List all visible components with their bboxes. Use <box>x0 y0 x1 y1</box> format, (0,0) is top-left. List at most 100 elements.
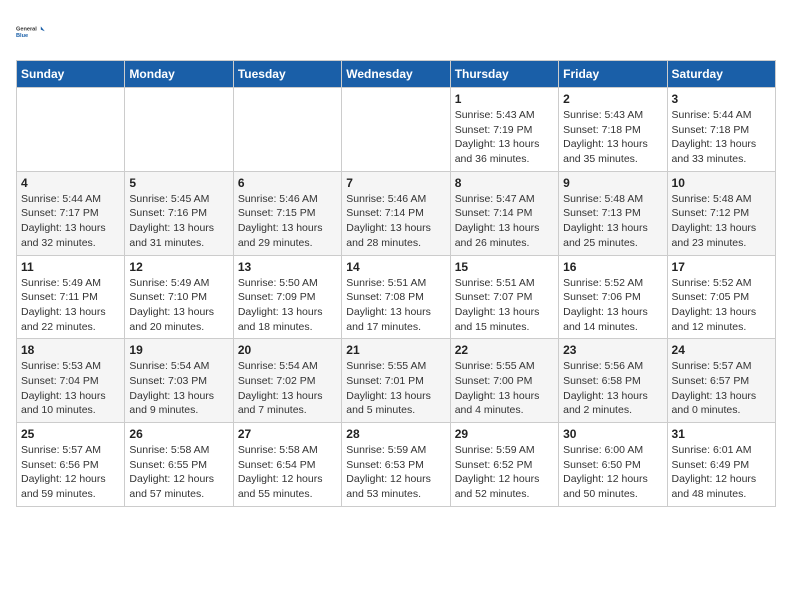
day-number: 17 <box>672 260 771 274</box>
calendar-cell: 11 Sunrise: 5:49 AM Sunset: 7:11 PM Dayli… <box>17 255 125 339</box>
day-number: 18 <box>21 343 120 357</box>
cell-content: Sunrise: 5:57 AM Sunset: 6:57 PM Dayligh… <box>672 359 771 418</box>
calendar-cell: 10 Sunrise: 5:48 AM Sunset: 7:12 PM Dayli… <box>667 171 775 255</box>
day-number: 1 <box>455 92 554 106</box>
day-number: 11 <box>21 260 120 274</box>
day-of-week-header: Thursday <box>450 61 558 88</box>
day-number: 3 <box>672 92 771 106</box>
calendar-cell: 26Sunrise: 5:58 AM Sunset: 6:55 PM Dayli… <box>125 423 233 507</box>
day-number: 12 <box>129 260 228 274</box>
cell-content: Sunrise: 5:49 AM Sunset: 7:11 PM Dayligh… <box>21 276 120 335</box>
calendar-cell: 17Sunrise: 5:52 AM Sunset: 7:05 PM Dayli… <box>667 255 775 339</box>
cell-content: Sunrise: 5:56 AM Sunset: 6:58 PM Dayligh… <box>563 359 662 418</box>
cell-content: Sunrise: 5:47 AM Sunset: 7:14 PM Dayligh… <box>455 192 554 251</box>
cell-content: Sunrise: 5:55 AM Sunset: 7:01 PM Dayligh… <box>346 359 445 418</box>
calendar-cell: 23 Sunrise: 5:56 AM Sunset: 6:58 PM Dayli… <box>559 339 667 423</box>
page-header: GeneralBlue <box>16 16 776 48</box>
cell-content: Sunrise: 5:48 AM Sunset: 7:12 PM Dayligh… <box>672 192 771 251</box>
cell-content: Sunrise: 5:49 AM Sunset: 7:10 PM Dayligh… <box>129 276 228 335</box>
calendar-cell <box>342 88 450 172</box>
calendar-week-row: 11 Sunrise: 5:49 AM Sunset: 7:11 PM Dayli… <box>17 255 776 339</box>
calendar-cell: 13 Sunrise: 5:50 AM Sunset: 7:09 PM Dayli… <box>233 255 341 339</box>
day-number: 27 <box>238 427 337 441</box>
cell-content: Sunrise: 5:59 AM Sunset: 6:52 PM Dayligh… <box>455 443 554 502</box>
calendar-week-row: 25Sunrise: 5:57 AM Sunset: 6:56 PM Dayli… <box>17 423 776 507</box>
calendar-cell: 9 Sunrise: 5:48 AM Sunset: 7:13 PM Daylig… <box>559 171 667 255</box>
day-number: 15 <box>455 260 554 274</box>
calendar-header: SundayMondayTuesdayWednesdayThursdayFrid… <box>17 61 776 88</box>
calendar-cell <box>17 88 125 172</box>
svg-text:General: General <box>16 26 37 32</box>
calendar-cell: 14 Sunrise: 5:51 AM Sunset: 7:08 PM Dayli… <box>342 255 450 339</box>
day-number: 23 <box>563 343 662 357</box>
day-number: 21 <box>346 343 445 357</box>
cell-content: Sunrise: 6:01 AM Sunset: 6:49 PM Dayligh… <box>672 443 771 502</box>
day-number: 6 <box>238 176 337 190</box>
day-number: 9 <box>563 176 662 190</box>
day-number: 16 <box>563 260 662 274</box>
day-number: 22 <box>455 343 554 357</box>
calendar-cell: 27 Sunrise: 5:58 AM Sunset: 6:54 PM Dayli… <box>233 423 341 507</box>
cell-content: Sunrise: 5:58 AM Sunset: 6:55 PM Dayligh… <box>129 443 228 502</box>
calendar-week-row: 4 Sunrise: 5:44 AM Sunset: 7:17 PM Daylig… <box>17 171 776 255</box>
calendar-cell: 22Sunrise: 5:55 AM Sunset: 7:00 PM Dayli… <box>450 339 558 423</box>
day-number: 5 <box>129 176 228 190</box>
day-number: 7 <box>346 176 445 190</box>
calendar-body: 1 Sunrise: 5:43 AM Sunset: 7:19 PM Daylig… <box>17 88 776 507</box>
calendar-cell: 16 Sunrise: 5:52 AM Sunset: 7:06 PM Dayli… <box>559 255 667 339</box>
svg-text:Blue: Blue <box>16 33 28 39</box>
calendar-cell: 2Sunrise: 5:43 AM Sunset: 7:18 PM Daylig… <box>559 88 667 172</box>
cell-content: Sunrise: 5:44 AM Sunset: 7:17 PM Dayligh… <box>21 192 120 251</box>
cell-content: Sunrise: 5:51 AM Sunset: 7:07 PM Dayligh… <box>455 276 554 335</box>
cell-content: Sunrise: 5:51 AM Sunset: 7:08 PM Dayligh… <box>346 276 445 335</box>
cell-content: Sunrise: 5:54 AM Sunset: 7:02 PM Dayligh… <box>238 359 337 418</box>
cell-content: Sunrise: 5:58 AM Sunset: 6:54 PM Dayligh… <box>238 443 337 502</box>
cell-content: Sunrise: 5:43 AM Sunset: 7:19 PM Dayligh… <box>455 108 554 167</box>
calendar-cell: 8 Sunrise: 5:47 AM Sunset: 7:14 PM Daylig… <box>450 171 558 255</box>
days-of-week-row: SundayMondayTuesdayWednesdayThursdayFrid… <box>17 61 776 88</box>
day-of-week-header: Wednesday <box>342 61 450 88</box>
day-number: 2 <box>563 92 662 106</box>
calendar-week-row: 18Sunrise: 5:53 AM Sunset: 7:04 PM Dayli… <box>17 339 776 423</box>
day-number: 30 <box>563 427 662 441</box>
day-number: 13 <box>238 260 337 274</box>
cell-content: Sunrise: 5:46 AM Sunset: 7:14 PM Dayligh… <box>346 192 445 251</box>
calendar-cell: 25Sunrise: 5:57 AM Sunset: 6:56 PM Dayli… <box>17 423 125 507</box>
cell-content: Sunrise: 5:48 AM Sunset: 7:13 PM Dayligh… <box>563 192 662 251</box>
day-number: 10 <box>672 176 771 190</box>
day-number: 29 <box>455 427 554 441</box>
calendar-cell: 7 Sunrise: 5:46 AM Sunset: 7:14 PM Daylig… <box>342 171 450 255</box>
cell-content: Sunrise: 5:52 AM Sunset: 7:06 PM Dayligh… <box>563 276 662 335</box>
generalblue-logo-icon: GeneralBlue <box>16 16 48 48</box>
day-of-week-header: Monday <box>125 61 233 88</box>
cell-content: Sunrise: 5:45 AM Sunset: 7:16 PM Dayligh… <box>129 192 228 251</box>
calendar-cell: 31Sunrise: 6:01 AM Sunset: 6:49 PM Dayli… <box>667 423 775 507</box>
cell-content: Sunrise: 5:50 AM Sunset: 7:09 PM Dayligh… <box>238 276 337 335</box>
calendar-cell: 24Sunrise: 5:57 AM Sunset: 6:57 PM Dayli… <box>667 339 775 423</box>
day-of-week-header: Sunday <box>17 61 125 88</box>
calendar-cell: 30 Sunrise: 6:00 AM Sunset: 6:50 PM Dayli… <box>559 423 667 507</box>
calendar-cell: 20 Sunrise: 5:54 AM Sunset: 7:02 PM Dayli… <box>233 339 341 423</box>
calendar-cell: 18Sunrise: 5:53 AM Sunset: 7:04 PM Dayli… <box>17 339 125 423</box>
calendar-cell: 29 Sunrise: 5:59 AM Sunset: 6:52 PM Dayli… <box>450 423 558 507</box>
day-number: 19 <box>129 343 228 357</box>
day-of-week-header: Saturday <box>667 61 775 88</box>
calendar-cell: 21 Sunrise: 5:55 AM Sunset: 7:01 PM Dayli… <box>342 339 450 423</box>
calendar-cell: 5 Sunrise: 5:45 AM Sunset: 7:16 PM Daylig… <box>125 171 233 255</box>
day-number: 8 <box>455 176 554 190</box>
day-number: 4 <box>21 176 120 190</box>
calendar-cell: 1 Sunrise: 5:43 AM Sunset: 7:19 PM Daylig… <box>450 88 558 172</box>
calendar-table: SundayMondayTuesdayWednesdayThursdayFrid… <box>16 60 776 507</box>
day-of-week-header: Friday <box>559 61 667 88</box>
day-number: 28 <box>346 427 445 441</box>
cell-content: Sunrise: 6:00 AM Sunset: 6:50 PM Dayligh… <box>563 443 662 502</box>
calendar-cell: 6 Sunrise: 5:46 AM Sunset: 7:15 PM Daylig… <box>233 171 341 255</box>
calendar-cell <box>125 88 233 172</box>
cell-content: Sunrise: 5:59 AM Sunset: 6:53 PM Dayligh… <box>346 443 445 502</box>
day-number: 20 <box>238 343 337 357</box>
calendar-cell: 15 Sunrise: 5:51 AM Sunset: 7:07 PM Dayli… <box>450 255 558 339</box>
day-number: 25 <box>21 427 120 441</box>
day-of-week-header: Tuesday <box>233 61 341 88</box>
cell-content: Sunrise: 5:46 AM Sunset: 7:15 PM Dayligh… <box>238 192 337 251</box>
day-number: 14 <box>346 260 445 274</box>
